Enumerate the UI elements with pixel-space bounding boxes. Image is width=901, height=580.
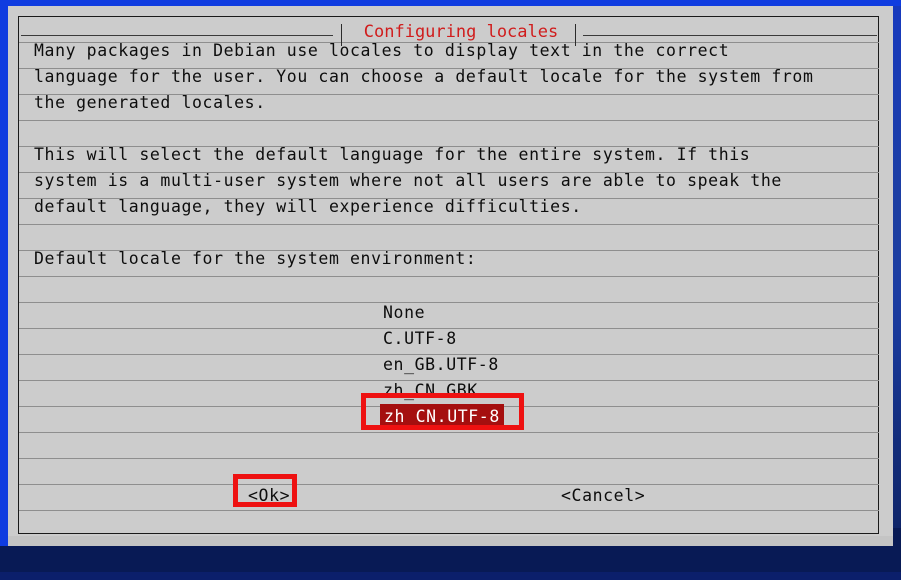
locale-option-en-gb-utf8[interactable]: en_GB.UTF-8 [383,352,499,378]
body-text-line: Many packages in Debian use locales to d… [34,38,729,64]
row-grid-line [19,432,879,433]
prompt-label: Default locale for the system environmen… [34,246,476,272]
body-text-line: the generated locales. [34,90,266,116]
cancel-button[interactable]: <Cancel> [561,483,645,509]
body-text-line: This will select the default language fo… [34,142,750,168]
title-rule-left [21,35,333,36]
desktop-left-bar [0,0,8,546]
row-grid-line [19,302,879,303]
locale-option-c-utf8[interactable]: C.UTF-8 [383,326,457,352]
row-grid-line [19,510,879,511]
locale-option-zh-cn-gbk[interactable]: zh_CN.GBK [383,378,478,404]
row-grid-line [19,458,879,459]
body-text-line: system is a multi-user system where not … [34,168,782,194]
terminal-window[interactable]: Configuring locales Many packages in Deb… [8,6,893,546]
terminal-bottom-strip [8,536,893,546]
locale-option-none[interactable]: None [383,300,425,326]
ok-button[interactable]: <Ok> [248,483,290,509]
row-grid-line [19,120,879,121]
body-text-line: language for the user. You can choose a … [34,64,814,90]
row-grid-line [19,276,879,277]
body-text-line: default language, they will experience d… [34,194,582,220]
row-grid-line [19,484,879,485]
locale-option-zh-cn-utf8[interactable]: zh_CN.UTF-8 [380,404,504,430]
row-grid-line [19,224,879,225]
desktop-top-bar [0,0,901,6]
title-rule-right [583,35,877,36]
